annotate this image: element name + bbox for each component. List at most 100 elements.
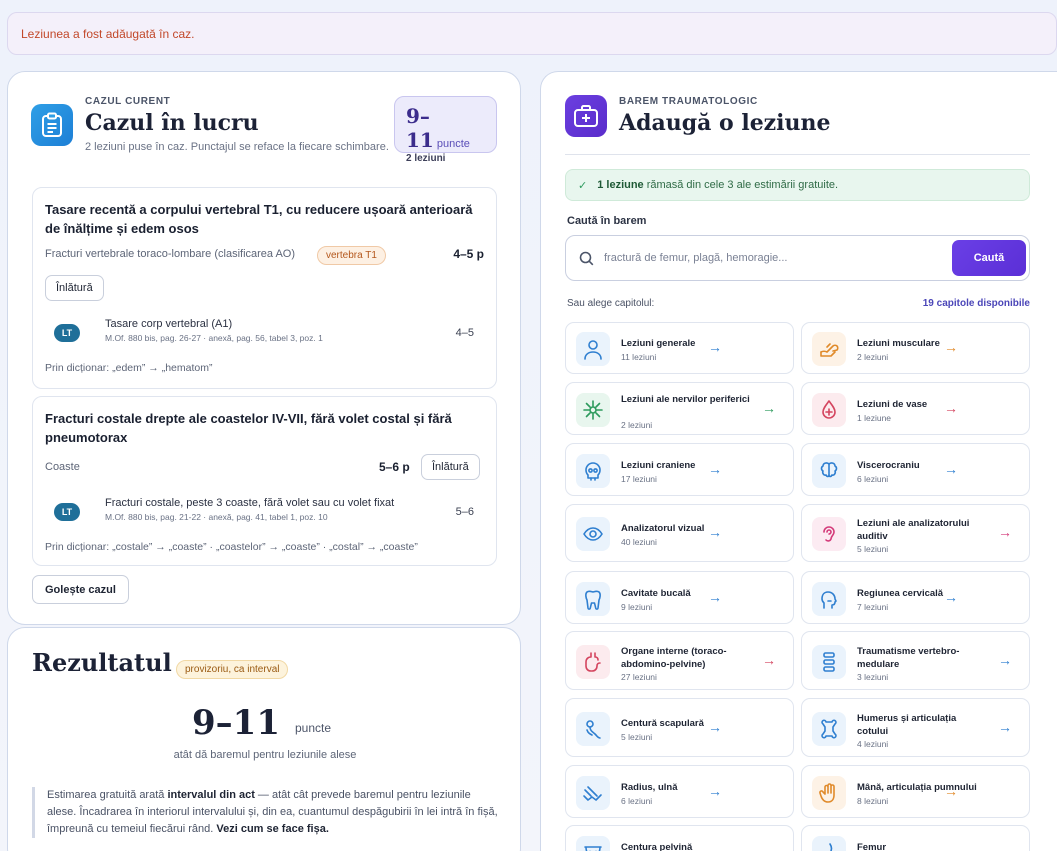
case-title: Cazul în lucru: [85, 110, 259, 136]
chapter-card[interactable]: Leziuni ale nervilor periferici 2 leziuni…: [565, 382, 794, 435]
case-score-count: 2 leziuni: [406, 153, 446, 164]
current-case-panel: CAZUL CURENT Cazul în lucru 2 leziuni pu…: [7, 71, 521, 625]
lesion-tag: vertebra T1: [317, 246, 386, 265]
arrow-right-icon: →: [944, 461, 958, 477]
chapter-card[interactable]: Radius, ulnă 6 leziuni →: [565, 765, 794, 818]
chapter-count: 8 leziuni: [857, 796, 889, 806]
success-toast: Leziunea a fost adăugată în caz.: [7, 12, 1057, 55]
divider: [565, 154, 1030, 155]
chapter-name: Leziuni craniene: [621, 460, 696, 471]
head-neck-icon: [812, 582, 846, 616]
ref-title: Tasare corp vertebral (A1): [105, 318, 233, 330]
ref-points: 4–5: [455, 327, 474, 339]
fisa-link[interactable]: Vezi cum se face fișa.: [216, 823, 329, 835]
chapter-card[interactable]: Analizatorul vizual 40 leziuni →: [565, 504, 794, 562]
medical-kit-icon: [565, 95, 607, 137]
chapter-card[interactable]: Viscerocraniu 6 leziuni →: [801, 443, 1030, 496]
arrow-right-icon: →: [944, 783, 958, 799]
chapter-card[interactable]: Leziuni de vase 1 leziune →: [801, 382, 1030, 435]
chapter-card[interactable]: Cavitate bucală 9 leziuni →: [565, 571, 794, 624]
case-score-range: 9–11: [406, 104, 434, 152]
blood-drop-icon: [812, 393, 846, 427]
lesion-title: Tasare recentă a corpului vertebral T1, …: [45, 202, 473, 236]
case-score-box: 9–11 puncte 2 leziuni: [394, 96, 497, 164]
chapter-card[interactable]: Centură scapulară 5 leziuni →: [565, 698, 794, 757]
chapter-card[interactable]: Traumatisme vertebro-medulare 3 leziuni →: [801, 631, 1030, 690]
result-note-bold: intervalul din act: [167, 789, 255, 801]
arrow-right-icon: →: [998, 719, 1012, 735]
clipboard-icon: [31, 104, 73, 146]
case-eyebrow: CAZUL CURENT: [85, 96, 171, 107]
arrow-right-icon: →: [944, 589, 958, 605]
chapter-card[interactable]: Humerus și articulația cotului 4 leziuni →: [801, 698, 1030, 757]
chapter-card[interactable]: Leziuni craniene 17 leziuni →: [565, 443, 794, 496]
shoulder-icon: [576, 712, 610, 746]
chapter-count: 9 leziuni: [621, 602, 653, 612]
dictionary-note: Prin dicționar: „edem” → „hematom”: [45, 362, 213, 374]
result-unit: puncte: [295, 721, 332, 735]
chapter-count: 2 leziuni: [621, 420, 653, 430]
check-icon: ✓: [578, 179, 588, 192]
chapter-count: 27 leziuni: [621, 672, 657, 682]
pelvis-icon: [576, 836, 610, 851]
hand-icon: [812, 776, 846, 810]
chapter-name: Femur: [857, 842, 887, 851]
lt-badge: LT: [54, 503, 80, 521]
bone-icon: [812, 712, 846, 746]
arrow-right-icon: →: [708, 461, 722, 477]
chapter-count: 17 leziuni: [621, 474, 657, 484]
arrow-right-icon: →: [998, 524, 1012, 540]
chapter-count: 6 leziuni: [857, 474, 889, 484]
chapter-card[interactable]: Leziuni musculare 2 leziuni →: [801, 322, 1030, 374]
arrow-right-icon: →: [708, 589, 722, 605]
chapter-name: Leziuni ale analizatorului auditiv: [857, 518, 970, 542]
clear-case-button[interactable]: Golește cazul: [32, 575, 129, 604]
chapter-card[interactable]: Centura pelvină →: [565, 825, 794, 851]
chapter-name: Traumatisme vertebro-medulare: [857, 646, 960, 670]
remove-lesion-button[interactable]: Înlătură: [45, 275, 104, 301]
search-input[interactable]: [604, 248, 944, 268]
arrow-right-icon: →: [708, 719, 722, 735]
arrow-right-icon: →: [708, 524, 722, 540]
result-note: Estimarea gratuită arată intervalul din …: [32, 787, 502, 838]
arrow-right-icon: →: [708, 339, 722, 355]
result-tag: provizoriu, ca interval: [176, 660, 289, 679]
nerve-icon: [576, 393, 610, 427]
chapters-count: 19 capitole disponibile: [922, 298, 1030, 309]
remove-lesion-button[interactable]: Înlătură: [421, 454, 480, 480]
lesion-title: Fracturi costale drepte ale coastelor IV…: [45, 411, 452, 445]
chapter-card[interactable]: Regiunea cervicală 7 leziuni →: [801, 571, 1030, 624]
forearm-icon: [576, 776, 610, 810]
chapter-name: Centura pelvină: [621, 842, 693, 851]
chapter-name: Radius, ulnă: [621, 782, 678, 793]
arrow-right-icon: →: [944, 339, 958, 355]
chapter-card[interactable]: Organe interne (toraco-abdomino-pelvine)…: [565, 631, 794, 690]
search-button[interactable]: Caută: [952, 240, 1026, 276]
result-range: 9–11: [192, 703, 280, 743]
muscle-arm-icon: [812, 332, 846, 366]
person-icon: [576, 332, 610, 366]
chapter-card[interactable]: Leziuni ale analizatorului auditiv 5 lezi…: [801, 504, 1030, 562]
chapter-name: Regiunea cervicală: [857, 588, 944, 599]
free-estimate-alert: ✓ 1 leziune rămasă din cele 3 ale estimă…: [565, 169, 1030, 201]
case-subtitle: 2 leziuni puse în caz. Punctajul se refa…: [85, 141, 389, 153]
case-score-unit: puncte: [436, 138, 470, 150]
alert-count: 1 leziune: [597, 179, 644, 191]
chapter-count: 40 leziuni: [621, 537, 657, 547]
lesion-points: 4–5 p: [453, 247, 484, 261]
lesion-card: Tasare recentă a corpului vertebral T1, …: [32, 187, 497, 389]
chapter-count: 3 leziuni: [857, 672, 889, 682]
chapter-card[interactable]: Femur →: [801, 825, 1030, 851]
search-icon: [579, 251, 594, 271]
barem-panel: BAREM TRAUMATOLOGIC Adaugă o leziune ✓ 1…: [540, 71, 1057, 851]
barem-eyebrow: BAREM TRAUMATOLOGIC: [619, 96, 758, 107]
chapter-count: 2 leziuni: [857, 352, 889, 362]
chapter-count: 7 leziuni: [857, 602, 889, 612]
chapter-name: Analizatorul vizual: [621, 523, 705, 534]
chapter-card[interactable]: Leziuni generale 11 leziuni →: [565, 322, 794, 374]
arrow-right-icon: →: [708, 843, 722, 851]
barem-title: Adaugă o leziune: [619, 110, 831, 136]
toast-message: Leziunea a fost adăugată în caz.: [21, 26, 195, 41]
chapter-card[interactable]: Mână, articulația pumnului 8 leziuni →: [801, 765, 1030, 818]
ref-meta: M.Of. 880 bis, pag. 21-22 · anexă, pag. …: [105, 512, 328, 522]
